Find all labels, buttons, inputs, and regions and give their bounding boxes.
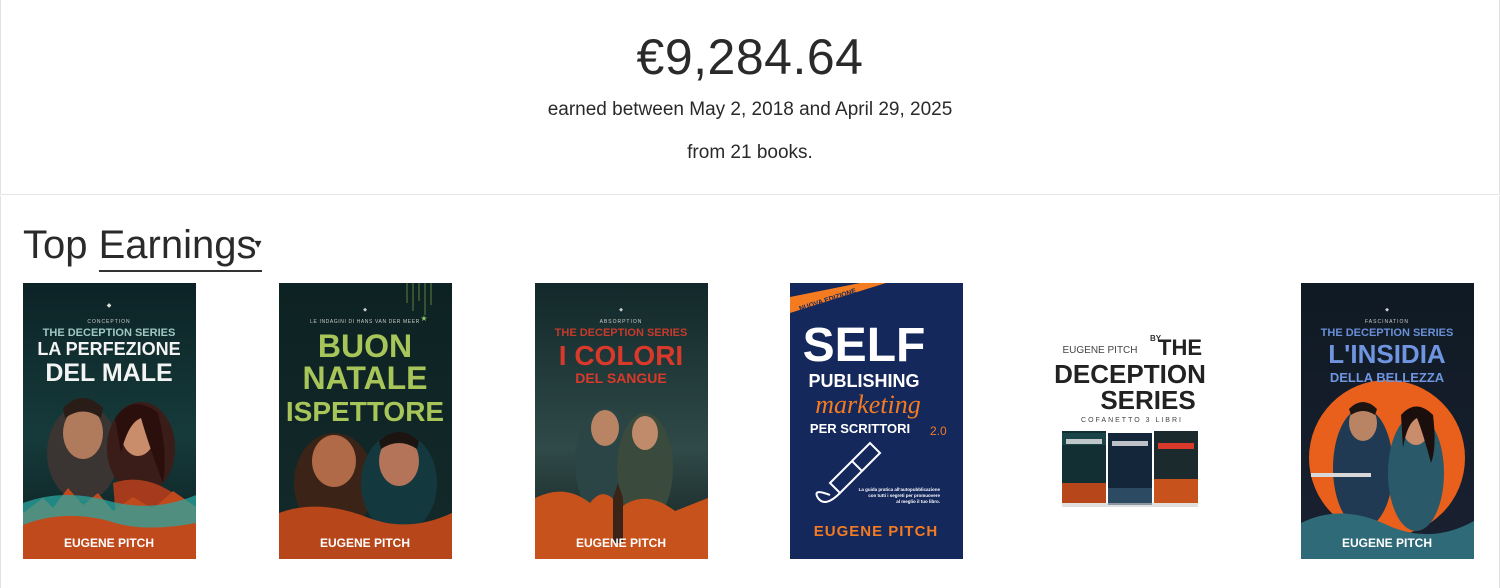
cover-2-title-1: BUON: [318, 328, 412, 364]
cover-5-title-3: SERIES: [1100, 385, 1195, 415]
cover-4-blurb-1: La guida pratica all'autopubblicazione: [859, 487, 941, 492]
cover-4-title-1: SELF: [803, 319, 926, 372]
heading-prefix: Top: [23, 223, 88, 267]
earnings-date-range: earned between May 2, 2018 and April 29,…: [547, 99, 953, 120]
sort-metric-label: Earnings: [98, 223, 257, 267]
book-cover-2[interactable]: ★ ◆ LE INDAGINI DI HANS VAN DER MEER BUO…: [279, 283, 452, 559]
svg-text:◆: ◆: [107, 302, 112, 309]
cover-4-title-4: PER SCRITTORI: [810, 421, 910, 436]
earnings-summary: €9,284.64 earned between May 2, 2018 and…: [0, 0, 1500, 195]
svg-text:◆: ◆: [619, 307, 623, 313]
cover-4-title-3: marketing: [815, 390, 920, 419]
cover-1-series: THE DECEPTION SERIES: [43, 327, 176, 339]
cover-2-series: LE INDAGINI DI HANS VAN DER MEER: [310, 319, 420, 325]
cover-5-author: EUGENE PITCH: [1062, 345, 1137, 356]
book-cover-6-art: ◆ FASCINATION THE DECEPTION SERIES L'INS…: [1301, 283, 1474, 559]
cover-6-title-1: L'INSIDIA: [1328, 339, 1446, 369]
book-count: from 21 books.: [687, 142, 813, 163]
book-cover-2-art: ★ ◆ LE INDAGINI DI HANS VAN DER MEER BUO…: [279, 283, 452, 559]
book-cover-6[interactable]: ◆ FASCINATION THE DECEPTION SERIES L'INS…: [1301, 283, 1474, 559]
total-earnings-amount: €9,284.64: [636, 29, 864, 85]
cover-3-author: EUGENE PITCH: [576, 536, 666, 550]
book-cover-3-art: ◆ ABSORPTION THE DECEPTION SERIES I COLO…: [535, 283, 708, 559]
cover-1-series-top: CONCEPTION: [87, 319, 130, 325]
caret-down-icon: ▾: [254, 235, 262, 252]
book-cover-5[interactable]: EUGENE PITCH BY THE DECEPTION SERIES COF…: [1046, 283, 1219, 559]
cover-6-author: EUGENE PITCH: [1342, 536, 1432, 550]
cover-3-series-top: ABSORPTION: [600, 319, 643, 325]
book-cover-4[interactable]: NUOVA EDIZIONE SELF PUBLISHING marketing…: [790, 283, 963, 559]
cover-6-series: THE DECEPTION SERIES: [1321, 327, 1454, 339]
book-cover-4-art: NUOVA EDIZIONE SELF PUBLISHING marketing…: [790, 283, 963, 559]
book-cover-1-art: ◆ CONCEPTION THE DECEPTION SERIES LA PER…: [23, 283, 196, 559]
sort-metric-dropdown[interactable]: Earnings▾: [98, 222, 262, 273]
cover-5-title-1: THE: [1158, 335, 1202, 360]
cover-6-title-2: DELLA BELLEZZA: [1330, 370, 1445, 385]
cover-1-title-1: LA PERFEZIONE: [37, 339, 180, 359]
section-heading: Top Earnings▾: [23, 222, 262, 273]
svg-text:◆: ◆: [363, 307, 367, 313]
cover-4-author: EUGENE PITCH: [814, 523, 939, 540]
cover-4-blurb-3: al meglio il tuo libro.: [896, 499, 940, 504]
cover-3-series: THE DECEPTION SERIES: [555, 327, 688, 339]
cover-4-title-2: PUBLISHING: [808, 371, 919, 391]
cover-3-title-1: I COLORI: [559, 340, 683, 371]
svg-text:★: ★: [420, 314, 427, 323]
cover-3-title-2: DEL SANGUE: [575, 370, 667, 386]
cover-2-title-3: ISPETTORE: [286, 396, 444, 427]
cover-1-title-2: DEL MALE: [45, 359, 172, 387]
cover-2-author: EUGENE PITCH: [320, 536, 410, 550]
cover-4-edition: 2.0: [930, 424, 947, 438]
book-cover-5-art: EUGENE PITCH BY THE DECEPTION SERIES COF…: [1046, 283, 1219, 559]
top-earnings-section: Top Earnings▾ ◆ CONCEPTION THE DECEPTION…: [0, 196, 1500, 588]
cover-5-subtitle: COFANETTO 3 LIBRI: [1081, 417, 1183, 424]
svg-text:◆: ◆: [1385, 307, 1389, 313]
cover-1-author: EUGENE PITCH: [64, 536, 154, 550]
book-cover-3[interactable]: ◆ ABSORPTION THE DECEPTION SERIES I COLO…: [535, 283, 708, 559]
cover-4-blurb-2: con tutti i segreti per promuovere: [868, 493, 940, 498]
cover-2-title-2: NATALE: [302, 360, 427, 396]
cover-6-series-top: FASCINATION: [1365, 319, 1409, 325]
box-set-books-illustration: [1062, 431, 1198, 507]
book-cover-1[interactable]: ◆ CONCEPTION THE DECEPTION SERIES LA PER…: [23, 283, 196, 559]
